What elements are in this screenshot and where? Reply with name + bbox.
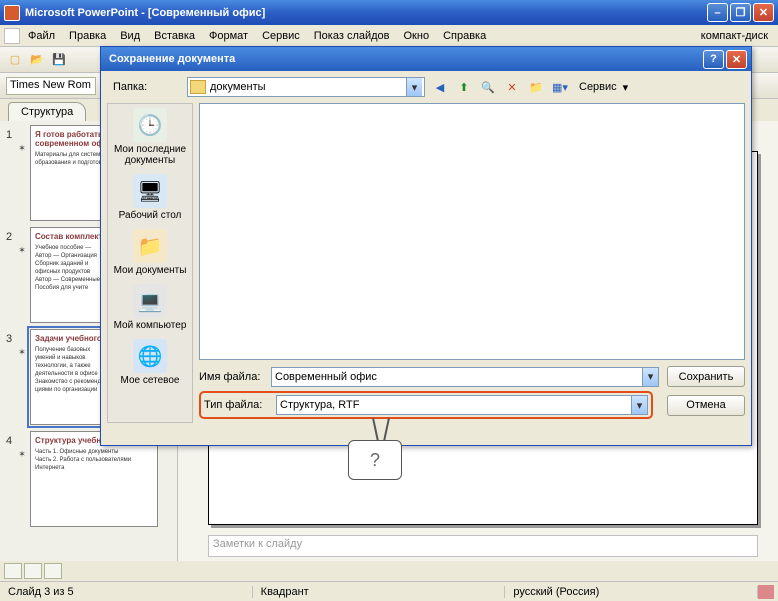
window-title: Microsoft PowerPoint - [Современный офис… — [25, 7, 707, 19]
main-window-titlebar: Microsoft PowerPoint - [Современный офис… — [0, 0, 778, 25]
menu-view[interactable]: Вид — [114, 28, 146, 44]
save-icon[interactable]: 💾 — [50, 51, 68, 69]
animation-icon: ✶ — [16, 329, 28, 425]
dialog-close-button[interactable]: ✕ — [726, 50, 747, 69]
normal-view-button[interactable] — [4, 563, 22, 579]
thumb-number: 1 — [2, 125, 16, 221]
dialog-title: Сохранение документа — [105, 53, 703, 65]
filetype-label: Тип файла: — [204, 399, 276, 411]
status-layout: Квадрант — [253, 586, 506, 598]
tab-structure[interactable]: Структура — [8, 102, 86, 121]
status-slide: Слайд 3 из 5 — [0, 586, 253, 598]
delete-icon[interactable]: ✕ — [503, 78, 521, 96]
desktop-icon: 🖥 — [133, 174, 167, 208]
minimize-button[interactable]: – — [707, 3, 728, 22]
thumb-number: 2 — [2, 227, 16, 323]
thumb-number: 3 — [2, 329, 16, 425]
thumb-number: 4 — [2, 431, 16, 527]
menu-slideshow[interactable]: Показ слайдов — [308, 28, 396, 44]
views-icon[interactable]: ▦▾ — [551, 78, 569, 96]
filetype-highlight: Тип файла: Структура, RTF ▾ — [199, 391, 653, 419]
network-icon: 🌐 — [133, 339, 167, 373]
place-recent[interactable]: 🕒 Мои последние документы — [110, 108, 190, 166]
search-icon[interactable]: 🔍 — [479, 78, 497, 96]
open-icon[interactable]: 📂 — [28, 51, 46, 69]
menu-insert[interactable]: Вставка — [148, 28, 201, 44]
new-folder-icon[interactable]: 📁 — [527, 78, 545, 96]
menu-help[interactable]: Справка — [437, 28, 492, 44]
chevron-down-icon[interactable]: ▾ — [642, 368, 658, 386]
document-icon — [4, 28, 20, 44]
chevron-down-icon[interactable]: ▾ — [623, 81, 629, 94]
computer-icon: 💻 — [133, 284, 167, 318]
back-icon[interactable]: ◀ — [431, 78, 449, 96]
folder-dropdown[interactable]: документы ▾ — [187, 77, 425, 97]
menu-format[interactable]: Формат — [203, 28, 254, 44]
place-network[interactable]: 🌐 Мое сетевое — [110, 339, 190, 386]
callout-text: ? — [348, 440, 402, 480]
place-documents[interactable]: 📁 Мои документы — [110, 229, 190, 276]
menu-edit[interactable]: Правка — [63, 28, 112, 44]
recent-icon: 🕒 — [133, 108, 167, 142]
place-computer[interactable]: 💻 Мой компьютер — [110, 284, 190, 331]
new-icon[interactable]: ▢ — [6, 51, 24, 69]
menu-file[interactable]: Файл — [22, 28, 61, 44]
status-lang: русский (Россия) — [505, 586, 758, 598]
animation-icon: ✶ — [16, 227, 28, 323]
font-selector[interactable]: Times New Rom — [6, 77, 96, 95]
save-dialog: Сохранение документа ? ✕ Папка: документ… — [100, 46, 752, 446]
chevron-down-icon[interactable]: ▾ — [406, 78, 422, 96]
status-spellcheck-icon[interactable] — [758, 585, 774, 599]
folder-icon — [190, 80, 206, 94]
up-icon[interactable]: ⬆ — [455, 78, 473, 96]
file-list[interactable] — [199, 103, 745, 360]
sorter-view-button[interactable] — [24, 563, 42, 579]
filetype-dropdown[interactable]: Структура, RTF ▾ — [276, 395, 648, 415]
animation-icon: ✶ — [16, 125, 28, 221]
dialog-help-button[interactable]: ? — [703, 50, 724, 69]
view-strip — [0, 561, 778, 581]
notes-area[interactable]: Заметки к слайду — [208, 535, 758, 557]
menu-right-text[interactable]: компакт-диск — [701, 30, 774, 42]
places-bar: 🕒 Мои последние документы 🖥 Рабочий стол… — [107, 103, 193, 423]
filename-label: Имя файла: — [199, 371, 271, 383]
folder-value: документы — [210, 81, 266, 93]
tools-menu[interactable]: Сервис — [579, 81, 617, 93]
filename-input[interactable]: Современный офис ▾ — [271, 367, 659, 387]
animation-icon: ✶ — [16, 431, 28, 527]
maximize-button[interactable]: ❐ — [730, 3, 751, 22]
callout-annotation: ? — [348, 420, 402, 480]
cancel-button[interactable]: Отмена — [667, 395, 745, 416]
statusbar: Слайд 3 из 5 Квадрант русский (Россия) — [0, 581, 778, 601]
menu-window[interactable]: Окно — [398, 28, 436, 44]
filetype-value: Структура, RTF — [280, 399, 359, 411]
menubar: Файл Правка Вид Вставка Формат Сервис По… — [0, 25, 778, 47]
close-button[interactable]: ✕ — [753, 3, 774, 22]
menu-tools[interactable]: Сервис — [256, 28, 306, 44]
documents-icon: 📁 — [133, 229, 167, 263]
powerpoint-icon — [4, 5, 20, 21]
save-button[interactable]: Сохранить — [667, 366, 745, 387]
place-desktop[interactable]: 🖥 Рабочий стол — [110, 174, 190, 221]
dialog-titlebar: Сохранение документа ? ✕ — [101, 47, 751, 71]
slideshow-view-button[interactable] — [44, 563, 62, 579]
filename-value: Современный офис — [275, 371, 377, 383]
folder-label: Папка: — [107, 81, 187, 93]
chevron-down-icon[interactable]: ▾ — [631, 396, 647, 414]
